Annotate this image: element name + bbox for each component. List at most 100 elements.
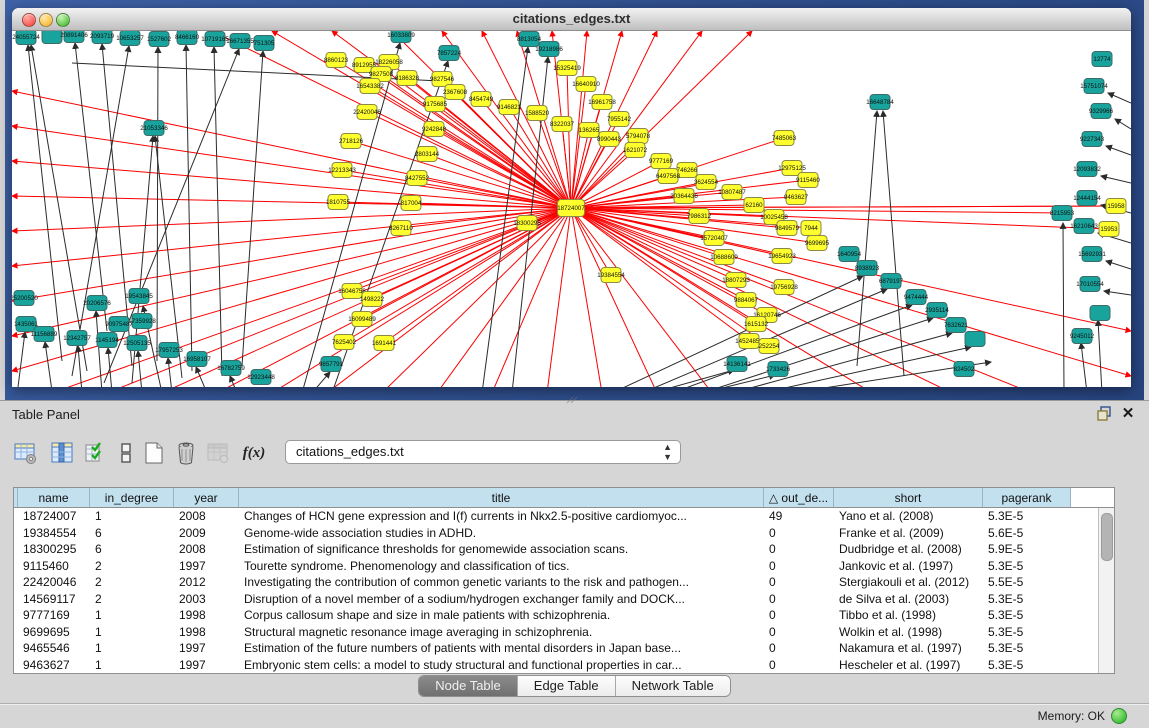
show-columns-icon[interactable] (48, 439, 76, 467)
citation-network-graph[interactable]: 2405572420891406209371910653257152760284… (12, 31, 1131, 387)
table-row[interactable]: 1830029562008Estimation of significance … (14, 541, 1099, 558)
citation-edge-black (1063, 223, 1064, 387)
network-node-label: 9463627 (784, 194, 809, 201)
cell-title: Embryonic stem cells: a model to study s… (239, 657, 764, 674)
cell-in_degree: 6 (90, 525, 174, 542)
network-node-label: 7857224 (437, 50, 462, 57)
citation-edge-black (652, 370, 734, 387)
scrollbar-thumb[interactable] (1101, 513, 1113, 561)
network-node-label: 1498222 (360, 296, 385, 303)
network-node-label: 1615132 (744, 321, 769, 328)
network-node-label: 1733426 (766, 366, 791, 373)
network-node-label: 16033809 (387, 32, 415, 39)
panel-resize-grip[interactable] (566, 396, 580, 404)
select-all-columns-icon[interactable] (82, 439, 110, 467)
tab-node-table[interactable]: Node Table (419, 676, 518, 696)
new-table-icon[interactable] (140, 439, 168, 467)
table-row[interactable]: 977716911998Corpus callosum shape and si… (14, 607, 1099, 624)
network-node-label: 751305 (254, 40, 275, 47)
column-header-short[interactable]: short (834, 488, 983, 507)
network-node-label: 18300295 (513, 220, 541, 227)
network-node-label: 7485063 (772, 135, 797, 142)
network-node-label: 9884067 (734, 297, 759, 304)
citation-edge-black (45, 342, 52, 387)
float-window-icon[interactable] (1095, 406, 1113, 422)
table-header-row: namein_degreeyeartitle△ out_de...shortpa… (14, 488, 1114, 508)
network-node-label: 1588520 (525, 110, 550, 117)
table-row[interactable]: 1872400712008Changes of HCN gene express… (14, 508, 1099, 525)
network-window-titlebar[interactable]: citations_edges.txt (12, 8, 1131, 31)
network-node-label: 9699695 (805, 240, 830, 247)
network-node-label: 2803144 (415, 151, 440, 158)
column-header-name[interactable]: name (18, 488, 90, 507)
network-node-label: 9827508 (369, 71, 394, 78)
cell-title: Tourette syndrome. Phenomenology and cla… (239, 558, 764, 575)
table-row[interactable]: 969969511998Structural magnetic resonanc… (14, 624, 1099, 641)
table-row[interactable]: 946362711997Embryonic stem cells: a mode… (14, 657, 1099, 674)
table-row[interactable]: 1938455462009Genome-wide association stu… (14, 525, 1099, 542)
network-node[interactable] (965, 332, 985, 347)
cell-name: 9115460 (18, 558, 90, 575)
network-node-label: 17010554 (1076, 281, 1104, 288)
column-header-year[interactable]: year (174, 488, 239, 507)
network-canvas[interactable]: 2405572420891406209371910653257152760284… (12, 31, 1131, 387)
table-row[interactable]: 946554611997Estimation of the future num… (14, 640, 1099, 657)
delete-table-icon[interactable] (172, 439, 200, 467)
network-node-label: 9146821 (497, 104, 522, 111)
network-node[interactable] (42, 31, 62, 44)
cell-in_degree: 1 (90, 624, 174, 641)
network-node-label: 5794078 (626, 133, 651, 140)
column-header-title[interactable]: title (239, 488, 764, 507)
network-node-label: 16648784 (866, 99, 894, 106)
vertical-scrollbar[interactable] (1098, 508, 1114, 673)
network-node-label: 8860123 (324, 57, 349, 64)
network-node-label: 8813054 (517, 36, 542, 43)
network-node-label: 9329966 (1089, 108, 1114, 115)
table-selector-dropdown[interactable]: citations_edges.txt ▲▼ (285, 440, 681, 464)
cell-short: Yano et al. (2008) (834, 508, 983, 525)
column-header-out_de[interactable]: △ out_de... (764, 488, 834, 507)
network-node-label: 1621072 (623, 147, 648, 154)
column-header-pagerank[interactable]: pagerank (983, 488, 1071, 507)
table-row[interactable]: 2242004622012Investigating the contribut… (14, 574, 1099, 591)
network-node[interactable] (1090, 306, 1110, 321)
cell-in_degree: 1 (90, 657, 174, 674)
function-builder-icon[interactable]: f(x) (240, 439, 268, 467)
network-node-label: 9175685 (423, 101, 448, 108)
network-node-label: 15720407 (700, 235, 728, 242)
citation-edge-black (1081, 343, 1087, 387)
network-node-label: 9857791 (319, 361, 344, 368)
citation-edge-black (108, 348, 112, 387)
network-node-label: 12444154 (1073, 195, 1101, 202)
close-icon[interactable]: ✕ (1119, 406, 1137, 422)
table-options-icon[interactable] (12, 439, 40, 467)
network-node-label: 8322037 (550, 121, 575, 128)
cell-year: 2008 (174, 541, 239, 558)
column-header-in_degree[interactable]: in_degree (90, 488, 174, 507)
cell-pagerank: 5.3E-5 (983, 657, 1071, 674)
cell-out_de: 0 (764, 591, 834, 608)
cell-year: 1997 (174, 657, 239, 674)
tab-edge-table[interactable]: Edge Table (518, 676, 616, 696)
rows-icon[interactable] (112, 439, 140, 467)
table-row[interactable]: 1456911722003Disruption of a novel membe… (14, 591, 1099, 608)
network-node-label: 9849579 (775, 225, 800, 232)
citation-edge-black (104, 49, 239, 383)
tab-network-table[interactable]: Network Table (616, 676, 730, 696)
cell-short: Wolkin et al. (1998) (834, 624, 983, 641)
citation-edge-black (155, 136, 182, 378)
network-node-label: 7955142 (607, 116, 632, 123)
network-node-label: 12505135 (123, 340, 151, 347)
table-row[interactable]: 911546021997Tourette syndrome. Phenomeno… (14, 558, 1099, 575)
cell-in_degree: 2 (90, 574, 174, 591)
cell-short: de Silva et al. (2003) (834, 591, 983, 608)
cell-title: Estimation of the future numbers of pati… (239, 640, 764, 657)
cell-name: 9463627 (18, 657, 90, 674)
citation-edge-black (1108, 93, 1131, 103)
network-node-label: 19543845 (125, 293, 153, 300)
network-node-label: 16210643 (1070, 223, 1098, 230)
table-selector-value: citations_edges.txt (296, 444, 404, 459)
network-node-label: 9245012 (1070, 333, 1095, 340)
network-node-label: 20891406 (60, 32, 88, 39)
network-node-label: 7625402 (332, 339, 357, 346)
